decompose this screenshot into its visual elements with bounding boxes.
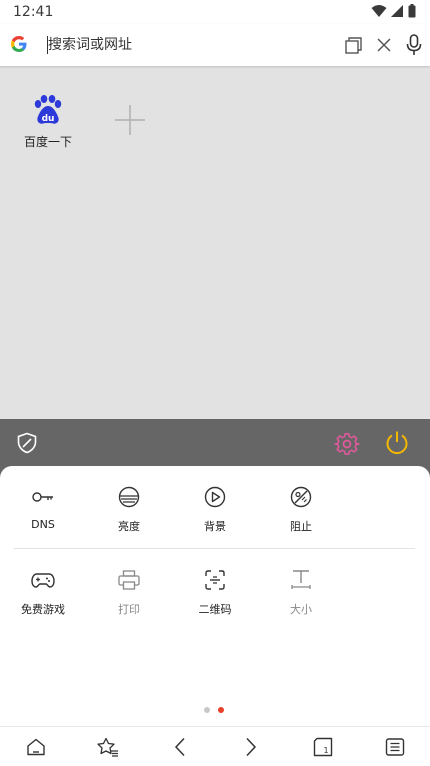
tab-count: 1 [323,746,328,755]
menu-row-1: DNS 亮度 背景 阻止 [0,484,430,544]
qr-code-button[interactable]: 二维码 [172,567,258,627]
gear-icon[interactable] [334,431,360,457]
dns-label: DNS [31,518,55,531]
mic-icon[interactable] [406,34,422,56]
signal-icon [391,5,403,17]
play-circle-icon [204,486,226,508]
page-dot-1[interactable] [204,707,210,713]
block-icon [290,486,312,508]
text-size-label: 大小 [290,603,312,616]
background-label: 背景 [204,520,226,533]
forward-icon [246,737,257,757]
tabs-icon[interactable] [345,37,362,54]
menu-icon [385,738,405,756]
print-label: 打印 [118,603,140,616]
printer-icon [118,570,140,590]
quick-menu-panel: DNS 亮度 背景 阻止 免费游戏 打印 二维码 大小 [0,466,430,726]
power-icon[interactable] [385,430,409,456]
text-size-icon [291,570,311,589]
google-icon [11,36,27,52]
bookmark-star-icon [97,737,118,757]
quick-link-baidu[interactable]: du 百度一下 [22,95,74,150]
gamepad-icon [31,573,55,588]
back-button[interactable] [168,736,192,758]
wifi-icon [371,5,387,17]
status-time: 12:41 [13,4,54,20]
search-input[interactable] [48,35,328,55]
status-icons [371,4,416,18]
home-button[interactable] [24,736,48,758]
print-button[interactable]: 打印 [86,567,172,627]
close-icon[interactable] [376,37,392,53]
tabs-count-icon: 1 [313,737,333,757]
block-button[interactable]: 阻止 [258,484,344,544]
page-dot-2-active[interactable] [218,707,224,713]
menu-button[interactable] [383,736,407,758]
block-label: 阻止 [290,520,312,533]
brightness-button[interactable]: 亮度 [86,484,172,544]
bookmarks-button[interactable] [96,736,120,758]
free-games-button[interactable]: 免费游戏 [0,567,86,627]
key-icon [32,492,53,502]
background-button[interactable]: 背景 [172,484,258,544]
tabs-button[interactable]: 1 [311,736,335,758]
back-icon [174,737,185,757]
brightness-label: 亮度 [118,520,140,533]
address-bar [0,24,430,66]
home-icon [27,738,45,756]
baidu-icon: du [34,95,62,124]
text-size-button[interactable]: 大小 [258,567,344,627]
page-indicator [204,707,224,713]
menu-row-2: 免费游戏 打印 二维码 大小 [0,567,430,627]
status-bar: 12:41 [0,0,430,24]
dns-button[interactable]: DNS [0,484,86,544]
bottom-nav: 1 [0,726,430,766]
quick-link-label: 百度一下 [23,135,72,149]
qr-code-label: 二维码 [198,603,232,616]
forward-button[interactable] [239,736,263,758]
menu-divider [14,548,415,549]
shield-icon[interactable] [16,432,38,454]
battery-icon [408,4,416,18]
plus-icon[interactable] [113,103,147,137]
svg-text:du: du [42,114,55,124]
qr-scan-icon [205,570,225,590]
brightness-icon [118,486,140,508]
free-games-label: 免费游戏 [21,603,65,616]
